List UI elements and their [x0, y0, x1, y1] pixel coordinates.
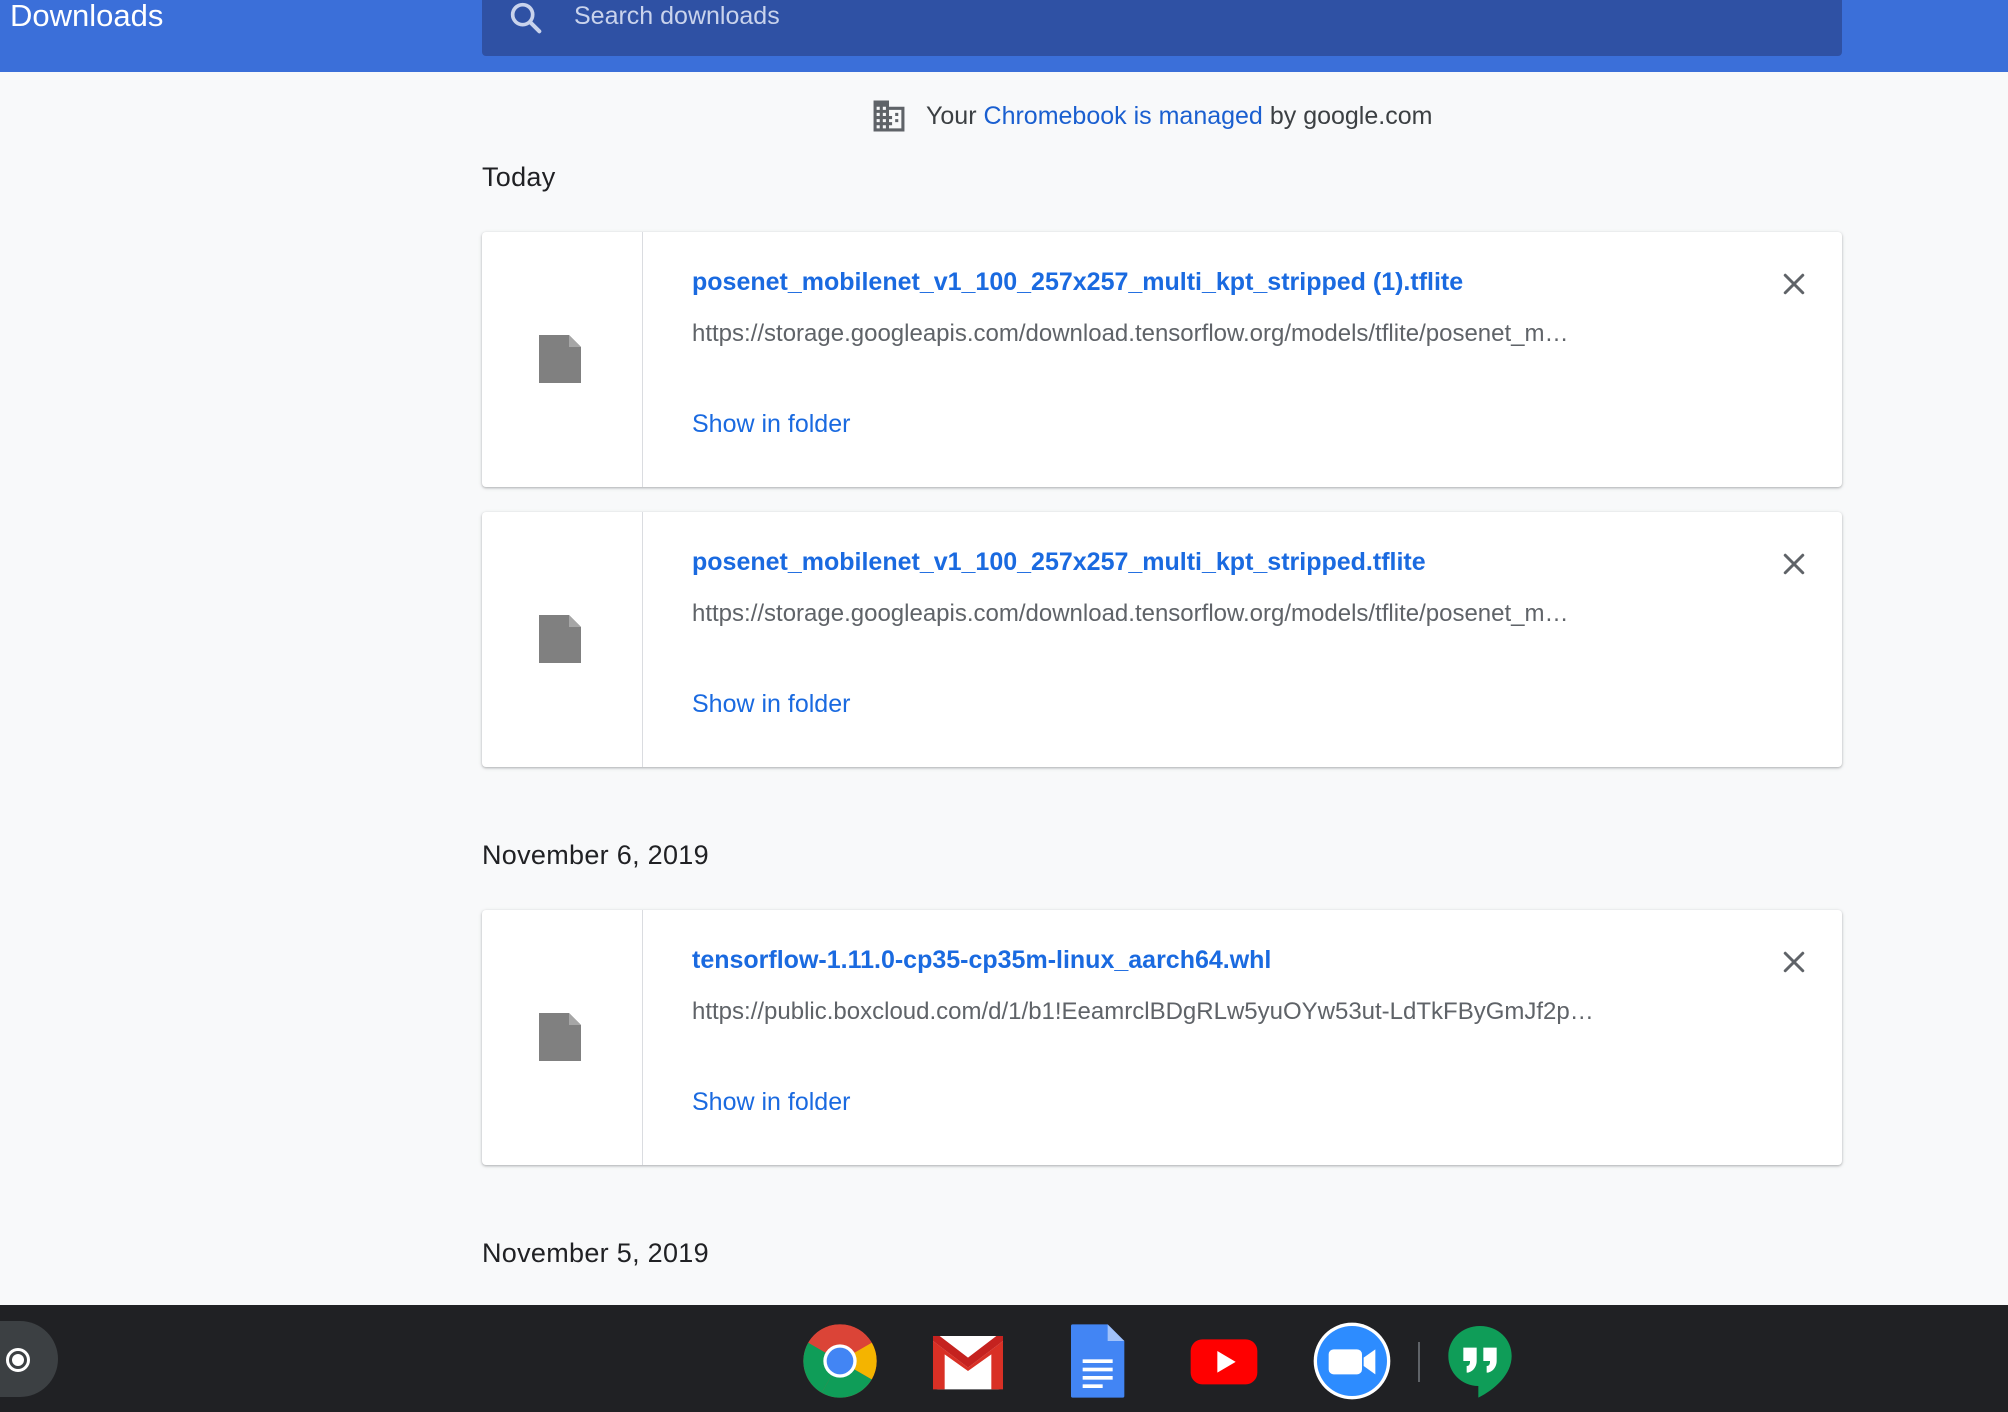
- shelf-divider: [1418, 1342, 1420, 1382]
- download-url: https://public.boxcloud.com/d/1/b1!Eeamr…: [692, 998, 1594, 1025]
- download-item: tensorflow-1.11.0-cp35-cp35m-linux_aarch…: [482, 910, 1842, 1165]
- show-in-folder-link[interactable]: Show in folder: [692, 690, 850, 719]
- download-file-name[interactable]: tensorflow-1.11.0-cp35-cp35m-linux_aarch…: [692, 946, 1271, 975]
- file-icon-column: [482, 512, 643, 767]
- section-date-nov-6: November 6, 2019: [482, 840, 709, 870]
- building-icon: [873, 100, 905, 132]
- launcher-button[interactable]: [0, 1321, 58, 1397]
- managed-link[interactable]: Chromebook is managed: [984, 102, 1263, 131]
- search-input[interactable]: [574, 0, 1814, 32]
- download-url: https://storage.googleapis.com/download.…: [692, 600, 1569, 627]
- section-date-today: Today: [482, 162, 556, 192]
- managed-suffix: by google.com: [1269, 101, 1433, 130]
- zoom-icon[interactable]: [1312, 1321, 1392, 1401]
- show-in-folder-link[interactable]: Show in folder: [692, 410, 850, 439]
- file-icon: [539, 1013, 581, 1061]
- chrome-icon[interactable]: [800, 1321, 880, 1401]
- hangouts-icon[interactable]: [1440, 1321, 1520, 1401]
- system-shelf: [0, 1305, 2008, 1412]
- managed-prefix: Your: [926, 101, 977, 130]
- search-icon[interactable]: [506, 0, 546, 38]
- youtube-icon[interactable]: [1184, 1321, 1264, 1401]
- download-url: https://storage.googleapis.com/download.…: [692, 320, 1569, 347]
- file-icon-column: [482, 910, 643, 1165]
- download-item: posenet_mobilenet_v1_100_257x257_multi_k…: [482, 232, 1842, 487]
- download-file-name[interactable]: posenet_mobilenet_v1_100_257x257_multi_k…: [692, 268, 1463, 297]
- download-item: posenet_mobilenet_v1_100_257x257_multi_k…: [482, 512, 1842, 767]
- close-icon[interactable]: [1779, 269, 1809, 299]
- download-file-name[interactable]: posenet_mobilenet_v1_100_257x257_multi_k…: [692, 548, 1426, 577]
- file-icon: [539, 335, 581, 383]
- docs-icon[interactable]: [1056, 1321, 1136, 1401]
- close-icon[interactable]: [1779, 549, 1809, 579]
- section-date-nov-5: November 5, 2019: [482, 1238, 709, 1268]
- file-icon-column: [482, 232, 643, 487]
- page-title: Downloads: [10, 0, 164, 33]
- app-header: Downloads: [0, 0, 2008, 72]
- close-icon[interactable]: [1779, 947, 1809, 977]
- file-icon: [539, 615, 581, 663]
- search-box[interactable]: [482, 0, 1842, 56]
- gmail-icon[interactable]: [928, 1321, 1008, 1401]
- show-in-folder-link[interactable]: Show in folder: [692, 1088, 850, 1117]
- managed-notice: Your Chromebook is managed by google.com: [870, 98, 1432, 134]
- launcher-icon: [6, 1348, 30, 1372]
